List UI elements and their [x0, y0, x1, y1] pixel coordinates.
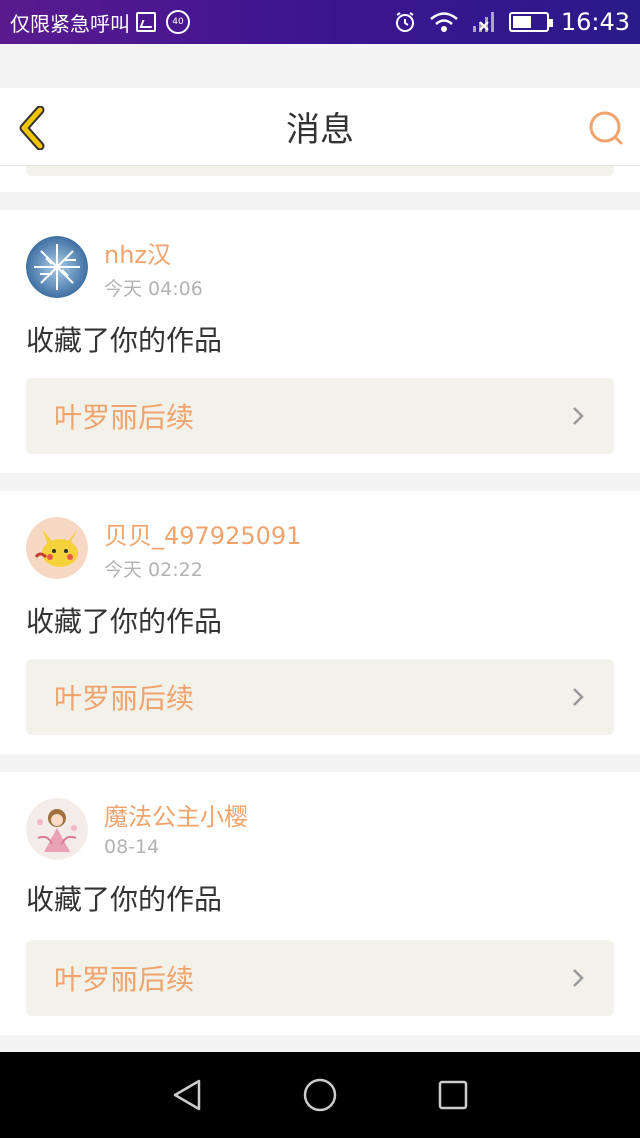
chevron-right-icon	[573, 407, 584, 425]
notification-card: 贝贝_497925091 今天 02:22 收藏了你的作品 叶罗丽后续	[0, 491, 640, 754]
work-link[interactable]: 叶罗丽后续	[26, 378, 614, 454]
work-link[interactable]: 叶罗丽后续	[26, 940, 614, 1016]
work-title: 叶罗丽后续	[54, 963, 195, 996]
username[interactable]: 魔法公主小樱	[104, 802, 248, 832]
notification-card: 魔法公主小樱 08-14 收藏了你的作品 叶罗丽后续	[0, 772, 640, 1035]
chevron-left-icon	[19, 105, 45, 151]
battery-icon	[508, 12, 553, 32]
app-header: 消息	[0, 88, 640, 166]
work-link[interactable]: 叶罗丽后续	[26, 659, 614, 735]
status-time: 16:43	[560, 8, 630, 36]
action-text: 收藏了你的作品	[26, 324, 223, 357]
search-icon	[589, 111, 623, 145]
image-notification-icon	[136, 12, 156, 32]
chevron-right-icon	[573, 969, 584, 987]
previous-card-peek	[0, 166, 640, 192]
alarm-icon	[395, 12, 414, 32]
sakura-avatar-icon	[26, 798, 88, 860]
notification-card: nhz汉 今天 04:06 收藏了你的作品 叶罗丽后续	[0, 210, 640, 473]
snowflake-avatar-icon	[26, 236, 88, 298]
avatar[interactable]	[26, 517, 88, 579]
top-gap	[0, 44, 640, 88]
timestamp: 今天 04:06	[104, 278, 203, 300]
nav-back-button[interactable]	[167, 1075, 207, 1115]
status-bar: 仅限紧急呼叫 40 16:43	[0, 0, 640, 44]
pikachu-avatar-icon	[26, 517, 88, 579]
action-text: 收藏了你的作品	[26, 605, 223, 638]
timestamp: 今天 02:22	[104, 559, 203, 581]
signal-icon	[472, 12, 494, 32]
wifi-icon	[430, 12, 458, 32]
avatar[interactable]	[26, 798, 88, 860]
previous-work-link[interactable]	[26, 166, 614, 176]
back-triangle-icon	[173, 1079, 200, 1111]
nav-home-button[interactable]	[300, 1075, 340, 1115]
chevron-right-icon	[573, 688, 584, 706]
home-circle-icon	[303, 1078, 337, 1112]
recent-square-icon	[439, 1080, 468, 1110]
carrier-text: 仅限紧急呼叫	[10, 11, 130, 36]
timestamp: 08-14	[104, 836, 160, 858]
system-navigation-bar	[0, 1052, 640, 1138]
username[interactable]: nhz汉	[104, 240, 203, 270]
work-title: 叶罗丽后续	[54, 401, 195, 434]
notification-badge: 40	[166, 10, 190, 34]
work-title: 叶罗丽后续	[54, 682, 195, 715]
page-title: 消息	[286, 110, 354, 150]
nav-recents-button[interactable]	[433, 1075, 473, 1115]
avatar[interactable]	[26, 236, 88, 298]
search-button[interactable]	[588, 110, 624, 146]
username[interactable]: 贝贝_497925091	[104, 521, 301, 551]
notification-list: nhz汉 今天 04:06 收藏了你的作品 叶罗丽后续 贝贝_497925091…	[0, 166, 640, 1035]
back-button[interactable]	[14, 105, 54, 151]
action-text: 收藏了你的作品	[26, 883, 223, 916]
